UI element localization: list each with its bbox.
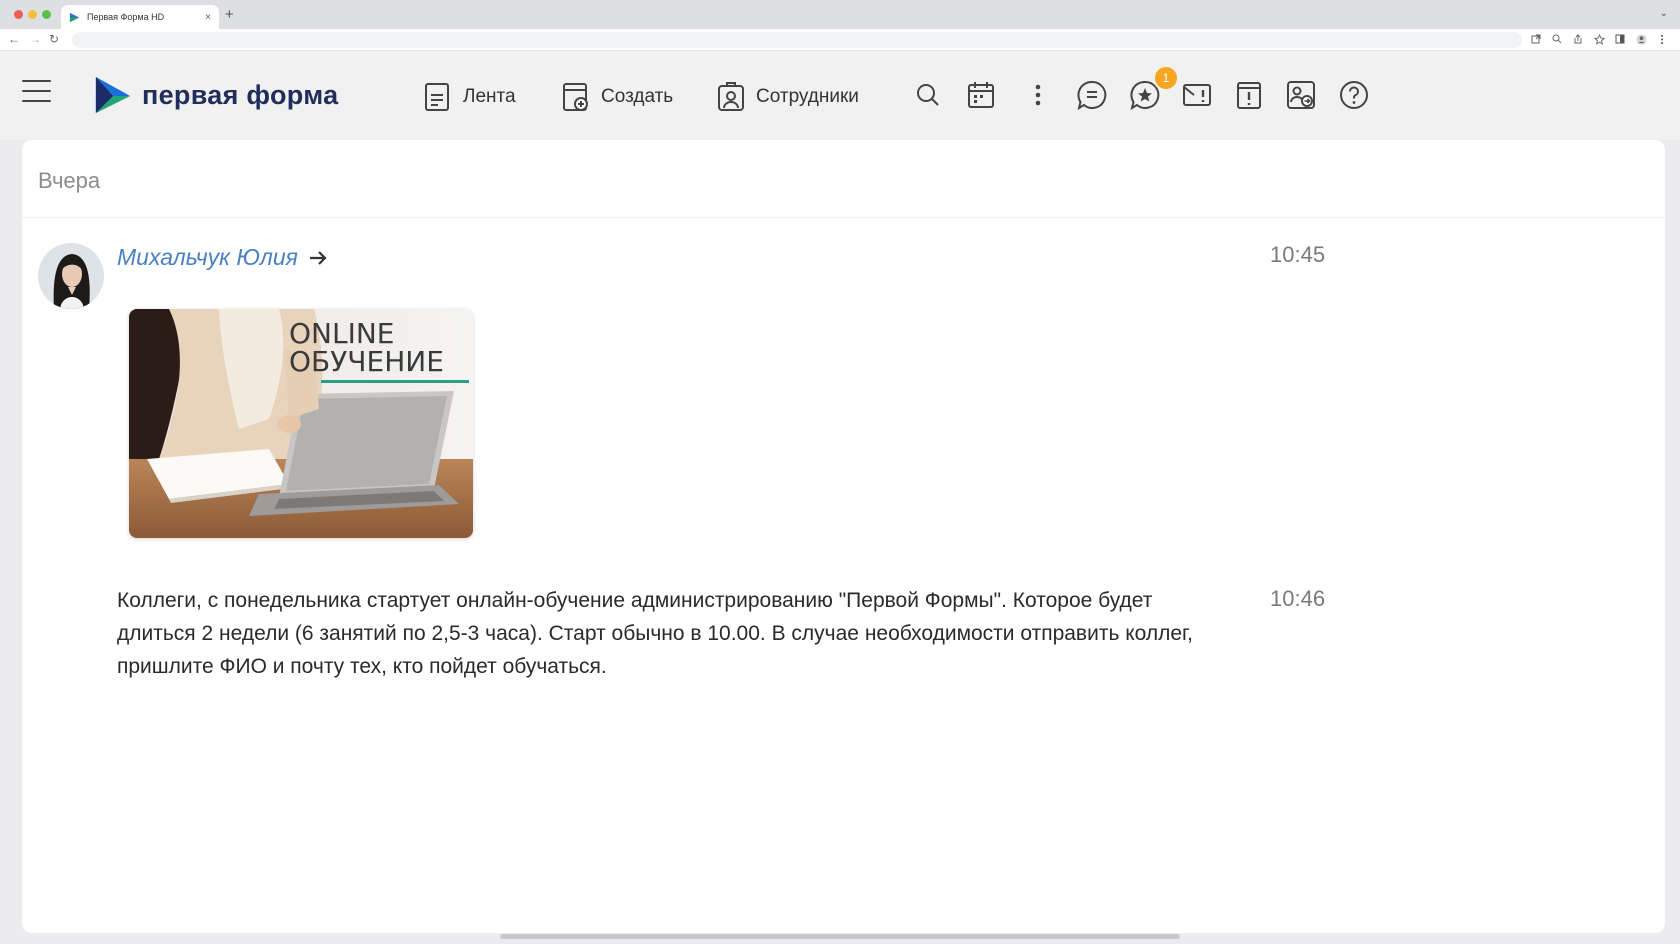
window-minimize-button[interactable] bbox=[28, 10, 37, 19]
author-name-link[interactable]: Михальчук Юлия bbox=[117, 244, 298, 271]
employees-icon bbox=[718, 82, 744, 111]
forward-icon[interactable]: → bbox=[29, 32, 41, 46]
nav-feed[interactable]: Лента bbox=[423, 81, 516, 113]
app-header: первая форма Лента Создать Сотрудники 1 bbox=[0, 51, 1680, 140]
nav-employees[interactable]: Сотрудники bbox=[716, 81, 859, 113]
more-vertical-icon bbox=[1035, 84, 1041, 106]
date-group-label: Вчера bbox=[38, 168, 101, 193]
search-icon bbox=[917, 84, 939, 106]
online-learning-image: ONLINE ОБУЧЕНИЕ bbox=[129, 309, 473, 538]
avatar[interactable] bbox=[38, 243, 104, 309]
tab-title: Первая Форма HD bbox=[87, 12, 165, 22]
browser-toolbar: ← → ↻ bbox=[0, 29, 1680, 51]
author-photo bbox=[38, 243, 104, 309]
mail-alert-icon bbox=[1183, 84, 1211, 106]
chat-button[interactable] bbox=[1077, 79, 1107, 111]
date-group-header: Вчера bbox=[22, 140, 1665, 218]
window-close-button[interactable] bbox=[14, 10, 23, 19]
favicon-icon bbox=[69, 12, 80, 22]
message-time: 10:46 bbox=[1270, 586, 1326, 611]
message-time: 10:45 bbox=[1270, 242, 1326, 267]
message-text: Коллеги, с понедельника стартует онлайн-… bbox=[117, 589, 1193, 678]
nav-employees-label: Сотрудники bbox=[756, 86, 859, 107]
notification-badge: 1 bbox=[1153, 65, 1179, 91]
feed-icon bbox=[425, 83, 449, 111]
zoom-icon[interactable] bbox=[1551, 33, 1563, 45]
open-external-icon[interactable] bbox=[1530, 33, 1542, 45]
side-panel-icon[interactable] bbox=[1614, 33, 1626, 45]
calendar-icon bbox=[968, 82, 994, 108]
window-maximize-button[interactable] bbox=[42, 10, 51, 19]
attachment-caption-line-2: ОБУЧЕНИЕ bbox=[289, 345, 444, 378]
horizontal-scrollbar[interactable] bbox=[500, 934, 1180, 939]
logo[interactable]: первая форма bbox=[94, 75, 338, 115]
create-icon bbox=[563, 83, 588, 111]
nav-feed-label: Лента bbox=[463, 86, 516, 107]
address-input[interactable] bbox=[72, 32, 1522, 48]
chat-icon bbox=[1077, 80, 1107, 110]
user-transfer-icon bbox=[1287, 81, 1315, 109]
browser-tabstrip: Первая Форма HD × + ⌄ bbox=[0, 0, 1680, 29]
feed-panel: Вчера Михальчук Юлия 10:45 ONLINE ОБУЧЕН… bbox=[22, 140, 1665, 933]
bookmark-star-icon[interactable] bbox=[1593, 33, 1605, 45]
alert-icon bbox=[1237, 82, 1261, 109]
reload-icon[interactable]: ↻ bbox=[49, 32, 59, 46]
browser-menu-icon[interactable] bbox=[1656, 33, 1668, 45]
nav-create[interactable]: Создать bbox=[561, 81, 673, 113]
back-icon[interactable]: ← bbox=[8, 32, 20, 46]
browser-tab[interactable]: Первая Форма HD × bbox=[61, 5, 219, 29]
menu-icon[interactable] bbox=[22, 80, 51, 102]
arrow-right-icon bbox=[309, 250, 327, 265]
logo-mark-icon bbox=[95, 76, 131, 114]
new-tab-button[interactable]: + bbox=[225, 6, 234, 23]
tab-list-chevron-icon[interactable]: ⌄ bbox=[1660, 8, 1668, 19]
logo-text: первая форма bbox=[142, 79, 339, 110]
mail-alert-button[interactable] bbox=[1182, 79, 1212, 111]
help-button[interactable] bbox=[1339, 79, 1369, 111]
search-button[interactable] bbox=[913, 79, 943, 111]
help-icon bbox=[1340, 81, 1368, 109]
attachment-image[interactable]: ONLINE ОБУЧЕНИЕ bbox=[129, 309, 473, 538]
user-transfer-button[interactable] bbox=[1286, 79, 1316, 111]
share-icon[interactable] bbox=[1572, 33, 1584, 45]
more-button[interactable] bbox=[1023, 79, 1053, 111]
calendar-button[interactable] bbox=[966, 79, 996, 111]
profile-icon[interactable] bbox=[1635, 33, 1647, 45]
tab-close-icon[interactable]: × bbox=[205, 12, 211, 23]
nav-create-label: Создать bbox=[601, 86, 674, 107]
alert-button[interactable] bbox=[1234, 79, 1264, 111]
